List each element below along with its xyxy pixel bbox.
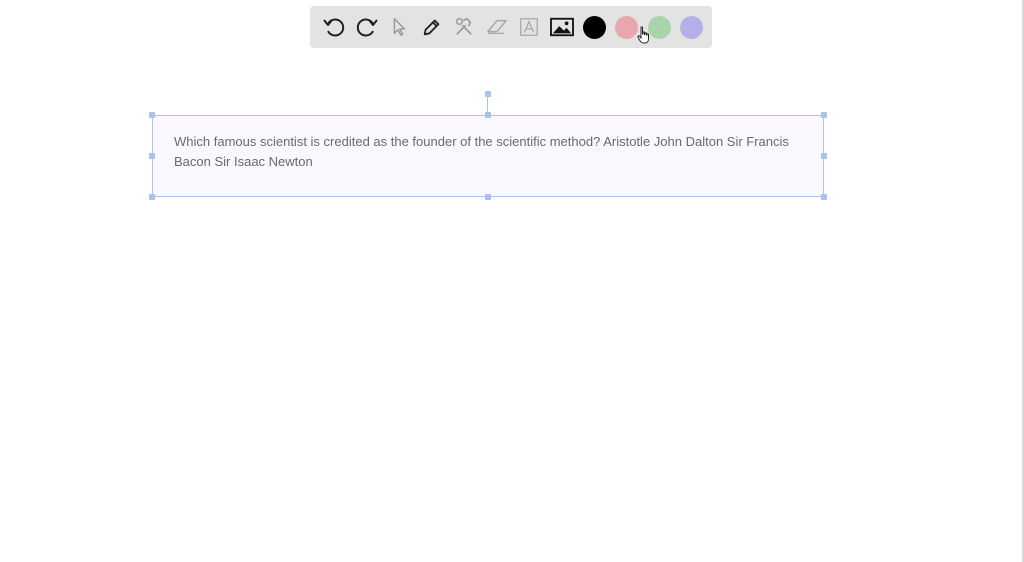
text-box-icon bbox=[520, 18, 538, 36]
eraser-tool-button[interactable] bbox=[481, 11, 513, 43]
tools-button[interactable] bbox=[448, 11, 480, 43]
selected-text-box[interactable]: Which famous scientist is credited as th… bbox=[152, 115, 824, 197]
resize-handle-bottom-middle[interactable] bbox=[485, 194, 491, 200]
pointer-icon bbox=[393, 18, 406, 36]
color-swatch-purple[interactable] bbox=[676, 11, 709, 43]
color-swatch-pink-dot bbox=[615, 15, 639, 39]
resize-handle-bottom-right[interactable] bbox=[821, 194, 827, 200]
resize-handle-middle-left[interactable] bbox=[149, 153, 155, 159]
resize-handle-top-middle[interactable] bbox=[485, 112, 491, 118]
color-swatch-green-dot bbox=[647, 15, 671, 39]
whiteboard-canvas[interactable]: Which famous scientist is credited as th… bbox=[0, 0, 1024, 562]
question-text[interactable]: Which famous scientist is credited as th… bbox=[174, 132, 794, 172]
pencil-icon bbox=[423, 19, 439, 36]
hand-cursor-icon bbox=[637, 26, 649, 44]
resize-handle-top-right[interactable] bbox=[821, 112, 827, 118]
drawing-toolbar bbox=[310, 6, 712, 48]
pen-tool-button[interactable] bbox=[416, 11, 448, 43]
resize-handle-bottom-left[interactable] bbox=[149, 194, 155, 200]
select-tool-button[interactable] bbox=[383, 11, 415, 43]
color-swatch-black-dot bbox=[582, 15, 606, 39]
resize-handle-middle-right[interactable] bbox=[821, 153, 827, 159]
redo-icon bbox=[356, 18, 378, 37]
color-swatch-purple-dot bbox=[680, 15, 704, 39]
undo-icon bbox=[323, 18, 345, 37]
hammer-wrench-icon bbox=[455, 17, 472, 35]
image-tool-button[interactable] bbox=[546, 11, 578, 43]
redo-button[interactable] bbox=[351, 11, 383, 43]
image-icon bbox=[549, 17, 574, 37]
text-tool-button[interactable] bbox=[513, 11, 545, 43]
resize-handle-top-left[interactable] bbox=[149, 112, 155, 118]
rotate-handle[interactable] bbox=[485, 91, 491, 97]
color-swatch-black[interactable] bbox=[578, 11, 611, 43]
undo-button[interactable] bbox=[318, 11, 350, 43]
eraser-icon bbox=[486, 19, 507, 35]
